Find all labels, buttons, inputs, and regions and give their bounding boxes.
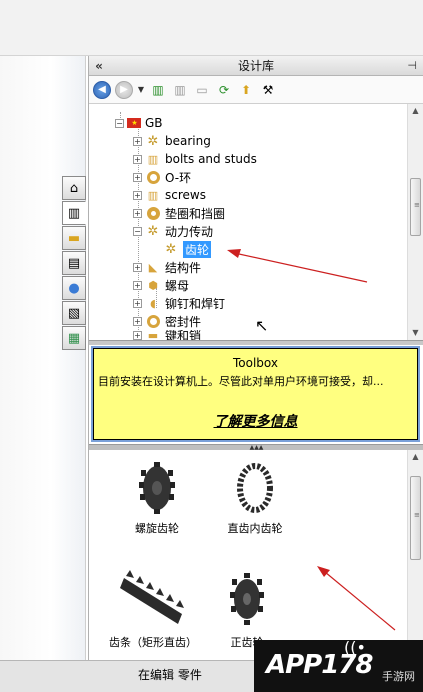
- grip-icon: ≡: [414, 511, 420, 519]
- scroll-up-arrow-icon[interactable]: ▲: [408, 450, 423, 464]
- watermark-subtext: 手游网: [382, 670, 415, 683]
- configure-toolbox-icon[interactable]: ⚒: [259, 81, 277, 99]
- panel-header: « 设计库 ⊣: [89, 56, 423, 76]
- file-explorer-folder-icon[interactable]: ▬: [62, 226, 86, 250]
- back-icon[interactable]: ◀: [93, 80, 111, 99]
- scroll-up-arrow-icon[interactable]: ▲: [408, 104, 423, 118]
- info-text: 目前安装在设计算机上。尽管此对单用户环境可接受，却...: [98, 375, 384, 388]
- tree-scrollbar[interactable]: ▲ ≡ ▼: [407, 104, 423, 340]
- panel-toolbar: ◀ ▶ ▼ ▥ ▥ ▭ ⟳ ⬆ ⚒: [89, 76, 423, 104]
- forward-icon[interactable]: ▶: [115, 80, 133, 99]
- create-folder-icon[interactable]: ▭: [193, 81, 211, 99]
- mouse-cursor-icon: ↖: [255, 316, 269, 335]
- info-title: Toolbox: [233, 356, 278, 370]
- up-one-level-icon[interactable]: ⬆: [237, 81, 255, 99]
- graphics-area-edge: [0, 56, 86, 660]
- design-library-panel: « 设计库 ⊣ ◀ ▶ ▼ ▥ ▥ ▭ ⟳ ⬆ ⚒ − ★ GB + ✲ bea…: [88, 56, 423, 660]
- component-gallery: 螺旋齿轮 直齿内齿轮 齿条（矩形直齿） 正齿轮: [89, 450, 407, 660]
- toolbox-info-box: Toolbox 目前安装在设计算机上。尽管此对单用户环境可接受，却... 了解更…: [93, 348, 418, 440]
- task-pane-tabs: ⌂ ▥ ▬ ▤ ● ▧ ▦: [62, 176, 86, 351]
- pane-splitter[interactable]: [89, 340, 423, 345]
- add-to-library-icon[interactable]: ▥: [149, 81, 167, 99]
- learn-more-link[interactable]: 了解更多信息: [94, 411, 417, 431]
- annotation-arrow: [227, 249, 368, 283]
- custom-properties-icon[interactable]: ▧: [62, 301, 86, 325]
- collapse-icon[interactable]: «: [89, 59, 109, 73]
- add-file-location-icon[interactable]: ▥: [171, 81, 189, 99]
- grip-icon: ≡: [414, 201, 420, 209]
- appearances-icon[interactable]: ●: [62, 276, 86, 300]
- annotation-arrow: [317, 566, 396, 631]
- view-palette-icon[interactable]: ▤: [62, 251, 86, 275]
- pin-icon[interactable]: ⊣: [407, 59, 417, 72]
- panel-title: 设计库: [237, 59, 274, 73]
- scrollbar-thumb[interactable]: ≡: [410, 178, 421, 236]
- library-tree: − ★ GB + ✲ bearing + ▥ bolts and studs +…: [89, 104, 407, 340]
- watermark-text: APP178: [266, 650, 374, 680]
- forum-icon[interactable]: ▦: [62, 326, 86, 350]
- watermark-logo: ((• APP178 手游网: [254, 638, 423, 692]
- window-top-area: [0, 0, 423, 56]
- graphics-area[interactable]: ⌂ ▥ ▬ ▤ ● ▧ ▦: [0, 56, 88, 660]
- design-library-tab-icon[interactable]: ▥: [62, 201, 86, 225]
- scroll-down-arrow-icon[interactable]: ▼: [408, 326, 423, 340]
- scrollbar-thumb[interactable]: ≡: [410, 476, 421, 560]
- home-icon[interactable]: ⌂: [62, 176, 86, 200]
- history-dropdown-icon[interactable]: ▼: [137, 81, 145, 99]
- gallery-scrollbar[interactable]: ▲ ≡: [407, 450, 423, 660]
- status-text: 在编辑 零件: [138, 668, 202, 682]
- refresh-icon[interactable]: ⟳: [215, 81, 233, 99]
